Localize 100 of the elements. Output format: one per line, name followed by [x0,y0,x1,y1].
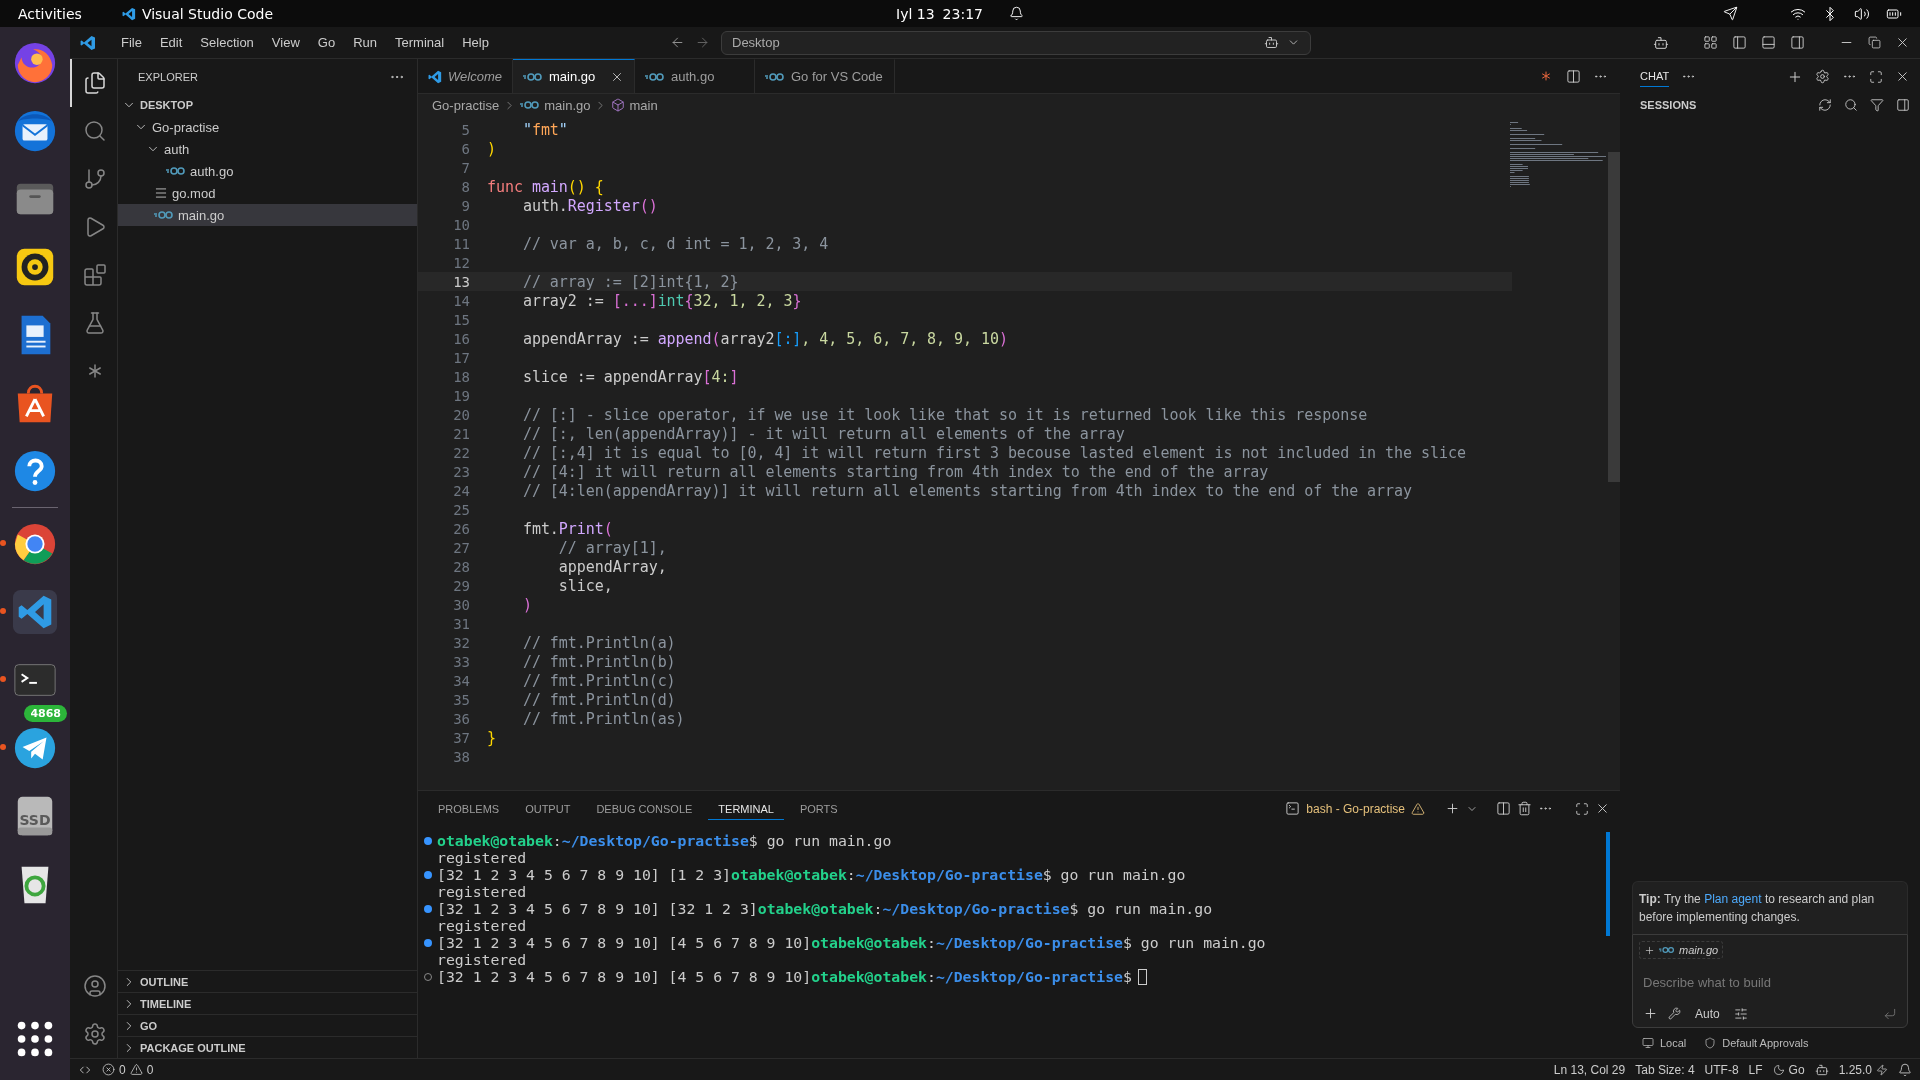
menu-item[interactable]: Selection [193,33,261,52]
close-icon[interactable] [1895,69,1910,84]
line-number: 32 [452,634,470,651]
bird-mail-icon[interactable] [12,108,58,154]
chat-input[interactable]: Describe what to build [1639,967,1901,998]
add-icon[interactable] [1445,801,1460,816]
code-line: // fmt.Println(c) [521,671,676,690]
fox-browser-icon[interactable] [12,40,58,86]
tools-icon[interactable] [1668,1007,1681,1020]
code-line: func main() { [487,177,604,196]
tree-item[interactable]: Go-practise [118,116,417,138]
layout-icon[interactable] [1703,35,1718,50]
menu-item[interactable]: File [114,33,149,52]
panel-icon[interactable] [1896,98,1910,112]
code-line: // [:] - slice operator, if we use it look like that so it is returned look like this response [521,405,1368,424]
line-ending[interactable]: LF [1748,1062,1763,1077]
close-icon[interactable] [1895,35,1910,50]
editor-tab[interactable]: main.go [513,59,635,93]
close-icon[interactable] [1595,801,1610,816]
tab-size[interactable]: Tab Size: 4 [1635,1062,1695,1077]
panel-tab[interactable]: OUTPUT [515,797,581,820]
activities-button[interactable]: Activities [18,5,82,22]
menu-item[interactable]: Help [455,33,496,52]
scrollbar-thumb[interactable] [1608,152,1620,482]
breadcrumb-item[interactable]: main.go [544,97,591,113]
menu-item[interactable]: Run [346,33,384,52]
approvals-button[interactable]: Default Approvals [1704,1037,1809,1049]
terminal-name[interactable]: bash - Go-practise [1306,801,1405,816]
search-icon[interactable] [1844,98,1858,112]
terminal-line: otabek@otabek:~/Desktop/Go-practise$ go run main.go [437,832,892,849]
secondary-sidebar-icon[interactable] [1790,35,1805,50]
notification-badge: 4868 [24,705,67,722]
chat-input-box[interactable]: main.go Describe what to build Auto [1632,934,1908,1028]
date-text[interactable]: Iyl 13 [896,5,935,22]
mode-picker[interactable]: Auto [1691,1006,1724,1021]
trash-icon[interactable] [1517,801,1532,816]
filter-icon[interactable] [1870,98,1884,112]
scrollbar-thumb[interactable] [1606,832,1610,936]
cursor-position[interactable]: Ln 13, Col 29 [1553,1062,1626,1077]
bell-icon[interactable] [1898,1062,1912,1077]
volume-icon[interactable] [1854,5,1870,22]
panel-tab[interactable]: DEBUG CONSOLE [586,797,703,820]
split-icon[interactable] [1496,801,1511,816]
warning-icon [129,1063,143,1076]
tree-item[interactable]: DESKTOP [118,94,417,116]
terminal-line: registered [437,849,527,866]
tree-item[interactable]: auth.go [118,160,417,182]
monitor-icon [1642,1037,1654,1049]
go-version[interactable]: 1.25.0 [1838,1062,1888,1077]
maximize-icon[interactable] [1575,801,1589,816]
panel-tab[interactable]: TERMINAL [708,797,784,820]
menu-item[interactable]: Edit [152,33,190,52]
settings-icon[interactable] [1815,69,1830,84]
language-mode[interactable]: Go [1772,1062,1805,1077]
breadcrumb-item[interactable]: Go-practise [432,97,500,113]
terminal-line: registered [437,917,527,934]
tree-item[interactable]: auth [118,138,417,160]
section-header[interactable]: TIMELINE [118,992,417,1014]
help-icon[interactable] [12,448,58,494]
paper-plane-icon[interactable] [12,725,58,771]
menu-item[interactable]: Go [310,33,343,52]
code-line: ) [487,139,496,158]
maximize-icon[interactable] [1869,69,1883,84]
clock-text[interactable]: 23:17 [942,5,983,22]
attachment-chip[interactable]: main.go [1639,941,1724,959]
panel-toggle-icon[interactable] [1761,35,1776,50]
app-name[interactable]: Visual Studio Code [141,5,273,22]
paper-plane-icon[interactable] [1723,6,1738,21]
add-icon[interactable] [1643,1006,1658,1021]
gopher-file-icon [520,100,541,110]
sidebar-toggle-icon[interactable] [1732,35,1747,50]
panel-tab[interactable]: PROBLEMS [428,797,510,820]
code-editor-icon[interactable] [12,589,58,635]
menu-item[interactable]: View [264,33,307,52]
restore-icon[interactable] [1868,36,1881,49]
gopher-file-icon [523,71,543,82]
gopher-file-icon [765,71,785,82]
section-header[interactable]: GO [118,1014,417,1036]
robot-icon[interactable] [1653,34,1669,51]
code-line: ) [521,595,532,614]
bell-icon[interactable] [1008,6,1024,21]
refresh-icon[interactable] [1818,98,1832,112]
section-header[interactable]: OUTLINE [118,970,417,992]
split-editor-icon[interactable] [1566,68,1581,84]
breadcrumb-item[interactable]: main [629,97,658,113]
robot-icon[interactable] [1264,35,1279,50]
send-icon[interactable] [1883,1006,1897,1021]
sliders-icon[interactable] [1733,1006,1748,1021]
panel-tab[interactable]: PORTS [789,797,848,820]
forward-arrow-icon[interactable] [695,35,710,50]
menu-item[interactable]: Terminal [388,33,452,52]
tree-item[interactable]: go.mod [118,182,417,204]
robot-icon[interactable] [1814,1062,1829,1077]
tree-item[interactable]: main.go [118,204,417,226]
chat-tab[interactable]: CHAT [1640,66,1670,87]
encoding[interactable]: UTF-8 [1704,1062,1739,1077]
problems-status[interactable]: 0 0 [102,1062,154,1077]
ring-browser-icon[interactable] [12,521,58,567]
plan-agent-link[interactable]: Plan agent [1704,892,1762,906]
location-button[interactable]: Local [1642,1037,1687,1049]
